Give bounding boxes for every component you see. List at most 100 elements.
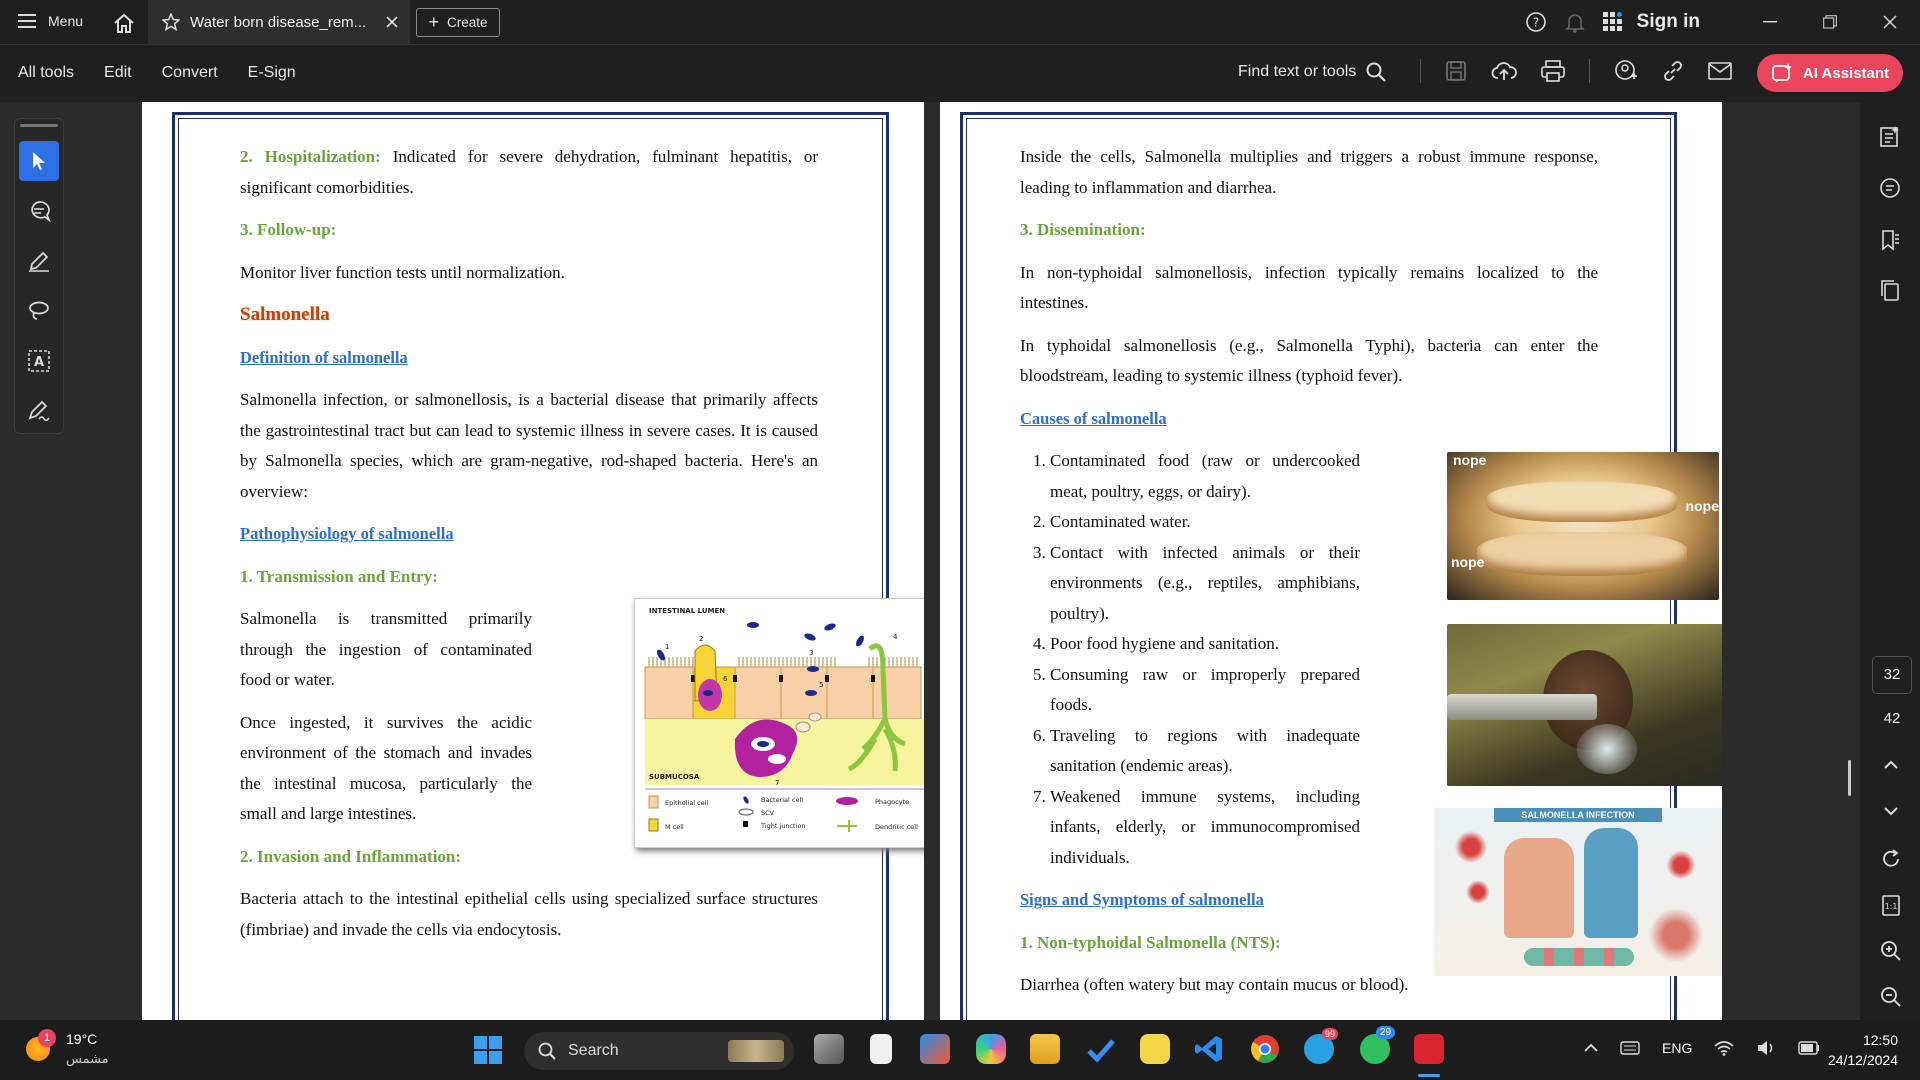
definition-heading: Definition of salmonella [240,347,408,367]
cursor-icon [33,152,45,170]
star-icon[interactable] [162,13,180,31]
legend-dendritic: Dendritic cell [875,823,918,831]
create-button[interactable]: + Create [416,8,500,37]
tab-title: Water born disease_rem... [190,13,367,31]
select-tool[interactable] [19,141,59,181]
fig-num-4: 4 [893,633,898,641]
language-indicator[interactable]: ENG [1662,1040,1692,1056]
chevron-down-icon[interactable] [1883,806,1899,816]
menu-label: Menu [48,13,84,29]
close-window-button[interactable] [1860,15,1920,29]
bookmark-icon[interactable] [1878,228,1902,252]
follow-up-text: Monitor liver function tests until norma… [240,262,565,282]
list-item: Weakened immune systems, including infan… [1050,782,1360,874]
todo-check-icon[interactable] [1086,1036,1116,1064]
emoji-app-icon[interactable] [1140,1034,1170,1064]
chevron-up-icon[interactable] [1883,760,1899,770]
comment-tool[interactable] [19,191,59,231]
telegram-icon[interactable]: 99 [1304,1028,1339,1064]
menu-button[interactable]: Menu [18,13,83,29]
help-icon[interactable]: ? [1525,11,1547,33]
infographic-title: SALMONELLA INFECTION [1494,808,1662,822]
ai-assistant-button[interactable]: AI Assistant [1757,54,1903,92]
chevron-up-icon[interactable] [1584,1043,1598,1053]
ingestion-text: Once ingested, it survives the acidic en… [240,712,532,824]
file-explorer-icon[interactable] [1030,1034,1060,1064]
sun-icon: 1 [26,1029,56,1061]
draw-tool[interactable] [19,291,59,331]
windows-start-icon[interactable] [474,1036,502,1064]
list-item: Consuming raw or improperly prepared foo… [1050,660,1360,721]
zoom-in-icon[interactable] [1880,940,1902,962]
bell-icon[interactable] [1564,11,1585,33]
apps-grid-icon[interactable] [1602,12,1623,32]
keyboard-icon[interactable] [1620,1041,1640,1055]
pdf-page-left: 2. Hospitalization: Indicated for severe… [142,102,924,1020]
notepad-icon[interactable] [870,1034,892,1064]
save-icon[interactable] [1445,60,1467,82]
sign-tool[interactable] [19,391,59,431]
causes-list: Contaminated food (raw or undercooked me… [1020,446,1360,873]
list-item: Contaminated water. [1050,507,1360,538]
text-tool[interactable]: A [19,341,59,381]
text-box-icon: A [28,350,50,372]
minimize-button[interactable] [1740,21,1800,23]
legend-epithelial: Epithelial cell [665,799,709,807]
document-viewport[interactable]: 2. Hospitalization: Indicated for severe… [70,102,1860,1020]
legend-m-cell: M cell [665,823,684,831]
upload-cloud-icon[interactable] [1491,60,1517,82]
toolbar-separator [1420,59,1421,83]
acrobat-icon[interactable] [1414,1034,1444,1064]
sign-in-button[interactable]: Sign in [1637,11,1700,33]
page-fit-icon[interactable]: 1:1 [1880,894,1902,916]
whatsapp-icon[interactable]: 29 [1360,1026,1396,1064]
find-tools-button[interactable]: Find text or tools [1238,62,1387,82]
fig-num-1: 1 [665,643,669,651]
chrome-icon[interactable] [1250,1034,1280,1064]
menu-edit[interactable]: Edit [104,64,132,82]
inside-cells-text: Inside the cells, Salmonella multiplies … [1020,147,1598,197]
mail-icon[interactable] [1708,62,1732,80]
weather-widget[interactable]: 1 19°C مشمس [26,1029,109,1068]
print-icon[interactable] [1541,60,1565,82]
wifi-icon[interactable] [1714,1040,1734,1056]
home-icon[interactable] [112,12,136,39]
drag-handle[interactable] [20,124,58,127]
paragraph: 2. Hospitalization: Indicated for severe… [240,142,818,203]
comments-panel-icon[interactable] [1878,176,1902,200]
current-page-box[interactable]: 32 [1872,656,1912,694]
clock-date: 24/12/2024 [1827,1052,1898,1068]
windows-taskbar: 1 19°C مشمس Search 99 29 ENG 12:50 24/12… [0,1020,1920,1080]
close-tab-icon[interactable] [386,16,398,28]
weather-condition: مشمس [66,1051,109,1066]
store-icon[interactable] [920,1034,950,1064]
lasso-icon [29,301,49,320]
fig-num-3: 3 [809,649,813,657]
scrollbar-thumb[interactable] [1848,760,1851,796]
title-bar: Menu Water born disease_rem... + Create … [0,0,1920,44]
link-icon[interactable] [1662,60,1684,82]
legend-bacterial: Bacterial cell [761,796,803,804]
task-view-icon[interactable] [814,1034,844,1064]
edit-page-icon[interactable] [1878,124,1902,148]
menu-convert[interactable]: Convert [162,64,218,82]
clock[interactable]: 12:50 24/12/2024 [1818,1030,1898,1070]
menu-e-sign[interactable]: E-Sign [248,64,296,82]
vscode-icon[interactable] [1194,1034,1224,1064]
rotate-icon[interactable] [1880,848,1902,870]
pdf-page-right: Inside the cells, Salmonella multiplies … [940,102,1722,1020]
volume-icon[interactable] [1756,1040,1776,1056]
share-user-icon[interactable] [1614,59,1638,83]
copy-pages-icon[interactable] [1878,278,1902,302]
svg-text:1:1: 1:1 [1885,902,1898,911]
highlight-tool[interactable] [19,241,59,281]
weather-badge: 1 [38,1029,56,1047]
zoom-out-icon[interactable] [1880,986,1902,1008]
copilot-icon[interactable] [976,1034,1006,1064]
menu-all-tools[interactable]: All tools [18,64,74,82]
taskbar-search[interactable]: Search [524,1032,794,1070]
restore-button[interactable] [1800,15,1860,29]
causes-heading: Causes of salmonella [1020,408,1167,428]
toolbar-menus: All tools Edit Convert E-Sign [18,64,296,82]
document-tab[interactable]: Water born disease_rem... [148,0,410,44]
